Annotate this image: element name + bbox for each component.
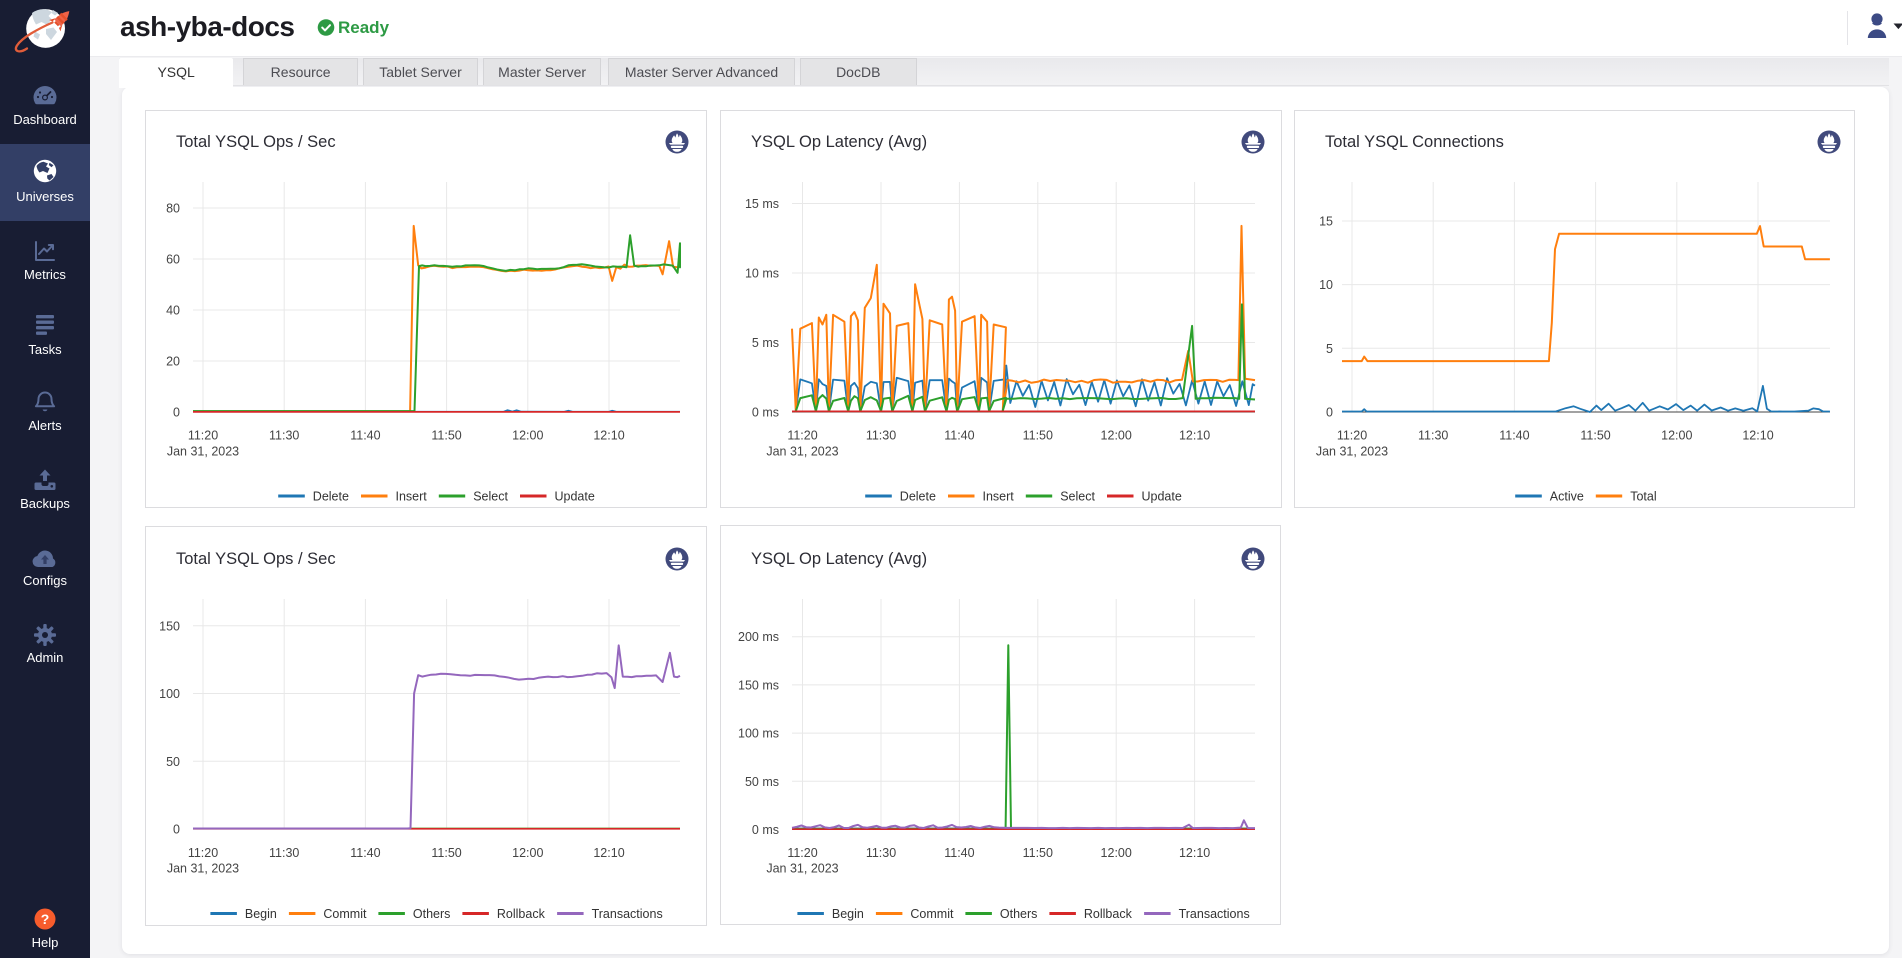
svg-text:Update: Update bbox=[555, 490, 595, 504]
svg-text:150 ms: 150 ms bbox=[738, 678, 779, 692]
svg-text:Delete: Delete bbox=[313, 490, 349, 504]
svg-text:Jan 31, 2023: Jan 31, 2023 bbox=[766, 862, 838, 876]
svg-text:Rollback: Rollback bbox=[1084, 907, 1133, 921]
svg-text:Begin: Begin bbox=[245, 907, 277, 921]
svg-text:Transactions: Transactions bbox=[1179, 907, 1250, 921]
svg-text:200 ms: 200 ms bbox=[738, 630, 779, 644]
svg-text:80: 80 bbox=[166, 202, 180, 216]
svg-text:10: 10 bbox=[1319, 278, 1333, 292]
svg-text:15: 15 bbox=[1319, 215, 1333, 229]
svg-text:Select: Select bbox=[1060, 490, 1095, 504]
svg-text:0: 0 bbox=[173, 406, 180, 420]
svg-text:100 ms: 100 ms bbox=[738, 727, 779, 741]
svg-text:11:50: 11:50 bbox=[1580, 429, 1610, 443]
svg-text:0 ms: 0 ms bbox=[752, 406, 779, 420]
svg-text:11:50: 11:50 bbox=[1023, 429, 1053, 443]
svg-text:Total: Total bbox=[1630, 490, 1656, 504]
svg-text:Update: Update bbox=[1142, 490, 1182, 504]
svg-text:20: 20 bbox=[166, 355, 180, 369]
svg-text:Total YSQL Ops / Sec: Total YSQL Ops / Sec bbox=[176, 550, 336, 568]
svg-text:11:20: 11:20 bbox=[787, 429, 817, 443]
svg-text:11:40: 11:40 bbox=[944, 429, 974, 443]
svg-text:12:10: 12:10 bbox=[1179, 846, 1210, 860]
svg-text:40: 40 bbox=[166, 304, 180, 318]
svg-text:?: ? bbox=[41, 911, 50, 927]
svg-text:12:00: 12:00 bbox=[1101, 846, 1132, 860]
svg-text:11:50: 11:50 bbox=[431, 846, 461, 860]
svg-text:11:40: 11:40 bbox=[350, 429, 380, 443]
svg-text:Commit: Commit bbox=[910, 907, 954, 921]
svg-text:12:00: 12:00 bbox=[512, 429, 543, 443]
svg-text:11:50: 11:50 bbox=[1023, 846, 1053, 860]
svg-text:12:10: 12:10 bbox=[1179, 429, 1210, 443]
svg-text:Jan 31, 2023: Jan 31, 2023 bbox=[167, 862, 239, 876]
svg-text:Jan 31, 2023: Jan 31, 2023 bbox=[167, 445, 239, 459]
svg-text:50: 50 bbox=[166, 755, 180, 769]
svg-text:11:20: 11:20 bbox=[1337, 429, 1367, 443]
svg-text:Select: Select bbox=[473, 490, 508, 504]
svg-text:11:40: 11:40 bbox=[350, 846, 380, 860]
svg-text:12:10: 12:10 bbox=[593, 846, 624, 860]
svg-text:Ready: Ready bbox=[338, 18, 390, 37]
svg-text:11:20: 11:20 bbox=[188, 429, 218, 443]
svg-text:11:40: 11:40 bbox=[1499, 429, 1529, 443]
svg-text:Commit: Commit bbox=[323, 907, 367, 921]
svg-text:150: 150 bbox=[159, 619, 180, 633]
svg-text:15 ms: 15 ms bbox=[745, 197, 779, 211]
svg-text:0: 0 bbox=[173, 823, 180, 837]
svg-text:11:30: 11:30 bbox=[866, 846, 896, 860]
svg-text:Jan 31, 2023: Jan 31, 2023 bbox=[766, 445, 838, 459]
svg-text:50 ms: 50 ms bbox=[745, 775, 779, 789]
svg-text:11:40: 11:40 bbox=[944, 846, 974, 860]
svg-text:12:10: 12:10 bbox=[1742, 429, 1773, 443]
svg-text:Rollback: Rollback bbox=[497, 907, 546, 921]
svg-text:11:30: 11:30 bbox=[269, 429, 299, 443]
svg-text:YSQL Op Latency (Avg): YSQL Op Latency (Avg) bbox=[751, 133, 927, 151]
svg-text:5 ms: 5 ms bbox=[752, 336, 779, 350]
svg-text:10 ms: 10 ms bbox=[745, 267, 779, 281]
svg-text:11:30: 11:30 bbox=[269, 846, 299, 860]
svg-text:11:50: 11:50 bbox=[431, 429, 461, 443]
svg-text:Begin: Begin bbox=[832, 907, 864, 921]
svg-text:Active: Active bbox=[1550, 490, 1584, 504]
svg-text:Total YSQL Ops / Sec: Total YSQL Ops / Sec bbox=[176, 133, 336, 151]
svg-text:0: 0 bbox=[1326, 406, 1333, 420]
svg-text:0 ms: 0 ms bbox=[752, 823, 779, 837]
svg-text:11:20: 11:20 bbox=[787, 846, 817, 860]
svg-text:12:00: 12:00 bbox=[1101, 429, 1132, 443]
svg-text:60: 60 bbox=[166, 253, 180, 267]
svg-text:12:10: 12:10 bbox=[593, 429, 624, 443]
svg-text:Jan 31, 2023: Jan 31, 2023 bbox=[1316, 445, 1388, 459]
svg-text:Insert: Insert bbox=[396, 490, 428, 504]
svg-text:Transactions: Transactions bbox=[592, 907, 663, 921]
svg-text:Others: Others bbox=[413, 907, 451, 921]
svg-text:Delete: Delete bbox=[900, 490, 936, 504]
svg-text:Others: Others bbox=[1000, 907, 1038, 921]
svg-text:12:00: 12:00 bbox=[512, 846, 543, 860]
svg-text:11:30: 11:30 bbox=[1418, 429, 1448, 443]
svg-text:Insert: Insert bbox=[983, 490, 1015, 504]
svg-text:11:30: 11:30 bbox=[866, 429, 896, 443]
svg-text:12:00: 12:00 bbox=[1661, 429, 1692, 443]
svg-text:5: 5 bbox=[1326, 342, 1333, 356]
svg-text:Total YSQL Connections: Total YSQL Connections bbox=[1325, 133, 1504, 151]
svg-text:100: 100 bbox=[159, 687, 180, 701]
svg-text:YSQL Op Latency (Avg): YSQL Op Latency (Avg) bbox=[751, 550, 927, 568]
svg-text:11:20: 11:20 bbox=[188, 846, 218, 860]
